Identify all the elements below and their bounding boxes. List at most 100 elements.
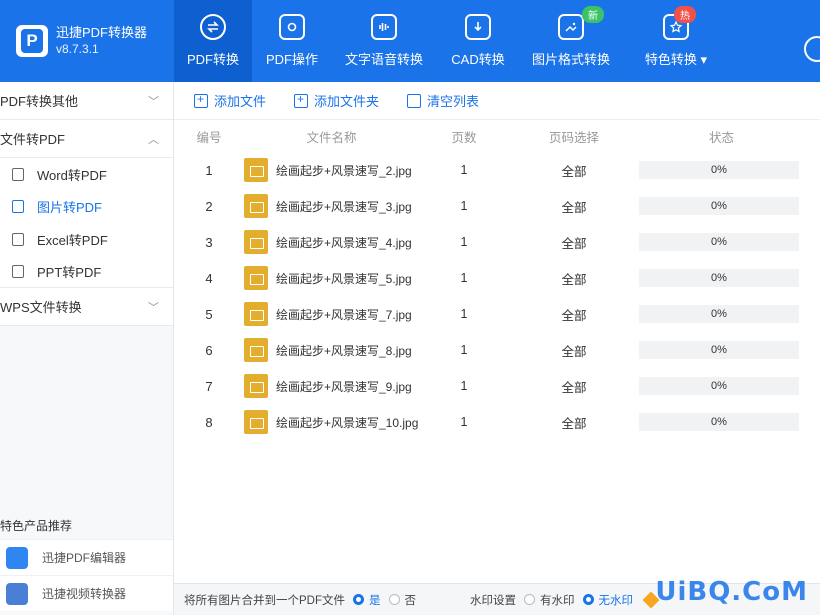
pdf-editor-logo-icon	[6, 546, 28, 569]
main-nav: PDF转换 PDF操作 文字语音转换 CAD转换 新 图片格式转换 热 特色转换…	[174, 0, 730, 82]
table-row[interactable]: 8 绘画起步+风景速写_10.jpg 1 全部 0%	[174, 404, 820, 440]
tab-cad-convert[interactable]: CAD转换	[436, 0, 520, 82]
sidebar-item-ppt-to-pdf[interactable]: PPT转PDF	[0, 255, 173, 288]
main-panel: 添加文件 添加文件夹 清空列表 编号 文件名称 页数 页码选择 状态 1 绘画起步…	[174, 82, 820, 615]
no-watermark-radio[interactable]	[582, 594, 594, 605]
merge-yes-radio[interactable]	[353, 594, 364, 605]
progress-status: 0%	[639, 161, 799, 179]
progress-status: 0%	[639, 413, 799, 431]
progress-status: 0%	[639, 269, 799, 287]
page-range-select[interactable]: 全部	[509, 377, 639, 396]
table-row[interactable]: 3 绘画起步+风景速写_4.jpg 1 全部 0%	[174, 224, 820, 260]
clear-list-button[interactable]: 清空列表	[407, 91, 479, 110]
file-name-cell: 绘画起步+风景速写_9.jpg	[244, 374, 419, 398]
image-file-icon	[244, 230, 268, 254]
row-number: 5	[205, 306, 213, 322]
file-name: 绘画起步+风景速写_5.jpg	[276, 271, 412, 286]
file-name: 绘画起步+风景速写_3.jpg	[276, 199, 412, 214]
excel-file-icon	[12, 232, 24, 246]
progress-status: 0%	[639, 233, 799, 251]
page-range-select[interactable]: 全部	[509, 413, 639, 432]
sidebar-group-wps[interactable]: WPS文件转换 ﹀	[0, 288, 173, 326]
progress-status: 0%	[639, 197, 799, 215]
sidebar: PDF转换其他 ﹀ 文件转PDF ︿ Word转PDF 图片转PDF Excel…	[0, 82, 174, 615]
chevron-down-icon: ﹀	[148, 95, 159, 108]
download-icon	[465, 14, 491, 40]
file-name: 绘画起步+风景速写_9.jpg	[276, 379, 412, 394]
file-name-cell: 绘画起步+风景速写_3.jpg	[244, 194, 419, 218]
merge-no-radio[interactable]	[388, 594, 400, 605]
page-range-select[interactable]: 全部	[509, 305, 639, 324]
file-name: 绘画起步+风景速写_2.jpg	[276, 163, 412, 178]
page-range-select[interactable]: 全部	[509, 197, 639, 216]
file-name: 绘画起步+风景速写_4.jpg	[276, 235, 412, 250]
user-avatar-icon[interactable]	[804, 36, 820, 62]
add-file-button[interactable]: 添加文件	[194, 91, 266, 110]
row-number: 7	[205, 378, 213, 394]
tab-pdf-ops[interactable]: PDF操作	[252, 0, 332, 82]
add-folder-button[interactable]: 添加文件夹	[294, 91, 379, 110]
table-row[interactable]: 2 绘画起步+风景速写_3.jpg 1 全部 0%	[174, 188, 820, 224]
image-file-icon	[244, 410, 268, 434]
add-folder-icon	[294, 92, 309, 108]
header-no: 编号	[196, 130, 222, 145]
image-file-icon	[12, 200, 24, 214]
file-name: 绘画起步+风景速写_7.jpg	[276, 307, 412, 322]
image-file-icon	[244, 266, 268, 290]
progress-status: 0%	[639, 341, 799, 359]
app-logo: P	[16, 25, 48, 57]
image-file-icon	[244, 374, 268, 398]
has-watermark-label: 有水印	[540, 594, 575, 607]
page-range-select[interactable]: 全部	[509, 341, 639, 360]
add-file-icon	[194, 92, 208, 108]
page-count: 1	[460, 235, 468, 249]
recommend-video-converter[interactable]: 迅捷视频转换器	[0, 575, 173, 611]
page-count: 1	[460, 307, 468, 321]
table-row[interactable]: 1 绘画起步+风景速写_2.jpg 1 全部 0%	[174, 152, 820, 188]
page-range-select[interactable]: 全部	[509, 233, 639, 252]
page-count: 1	[460, 343, 468, 357]
trash-icon	[407, 93, 422, 108]
page-count: 1	[460, 415, 468, 429]
table-row[interactable]: 6 绘画起步+风景速写_8.jpg 1 全部 0%	[174, 332, 820, 368]
audio-icon	[371, 14, 397, 40]
file-name-cell: 绘画起步+风景速写_5.jpg	[244, 266, 419, 290]
tab-special-convert[interactable]: 热 特色转换 ▾	[622, 0, 730, 82]
table-row[interactable]: 7 绘画起步+风景速写_9.jpg 1 全部 0%	[174, 368, 820, 404]
file-name-cell: 绘画起步+风景速写_8.jpg	[244, 338, 419, 362]
site-watermark: UiBQ.CoM	[655, 577, 808, 607]
cog-icon	[279, 14, 305, 40]
table-row[interactable]: 4 绘画起步+风景速写_5.jpg 1 全部 0%	[174, 260, 820, 296]
toolbar: 添加文件 添加文件夹 清空列表	[174, 82, 820, 120]
merge-label: 将所有图片合并到一个PDF文件	[184, 594, 345, 607]
tab-image-format[interactable]: 新 图片格式转换	[520, 0, 622, 82]
no-watermark-label: 无水印	[598, 594, 634, 607]
new-badge: 新	[582, 6, 604, 23]
sidebar-item-word-to-pdf[interactable]: Word转PDF	[0, 158, 173, 191]
top-bar: P 迅捷PDF转换器 v8.7.3.1 PDF转换 PDF操作 文字语音转换 C…	[0, 0, 820, 82]
sidebar-group-pdf-other[interactable]: PDF转换其他 ﹀	[0, 82, 173, 120]
tab-pdf-convert[interactable]: PDF转换	[174, 0, 252, 82]
file-name-cell: 绘画起步+风景速写_7.jpg	[244, 302, 419, 326]
video-converter-logo-icon	[6, 582, 28, 605]
watermark-setting-label: 水印设置	[470, 594, 516, 607]
has-watermark-radio[interactable]	[524, 594, 535, 605]
image-icon	[558, 14, 584, 40]
recommend-title: 特色产品推荐	[0, 519, 73, 533]
row-number: 3	[205, 234, 213, 250]
table-header: 编号 文件名称 页数 页码选择 状态	[174, 120, 820, 152]
merge-yes-label: 是	[369, 594, 381, 607]
row-number: 2	[205, 198, 213, 214]
sidebar-item-excel-to-pdf[interactable]: Excel转PDF	[0, 223, 173, 256]
tab-text-speech[interactable]: 文字语音转换	[332, 0, 436, 82]
progress-status: 0%	[639, 377, 799, 395]
sidebar-item-image-to-pdf[interactable]: 图片转PDF	[0, 190, 173, 223]
image-file-icon	[244, 194, 268, 218]
table-row[interactable]: 5 绘画起步+风景速写_7.jpg 1 全部 0%	[174, 296, 820, 332]
page-range-select[interactable]: 全部	[509, 269, 639, 288]
progress-status: 0%	[639, 305, 799, 323]
app-version: v8.7.3.1	[56, 42, 99, 56]
recommend-pdf-editor[interactable]: 迅捷PDF编辑器	[0, 539, 173, 575]
page-range-select[interactable]: 全部	[509, 161, 639, 180]
sidebar-group-file-to-pdf[interactable]: 文件转PDF ︿	[0, 120, 173, 158]
